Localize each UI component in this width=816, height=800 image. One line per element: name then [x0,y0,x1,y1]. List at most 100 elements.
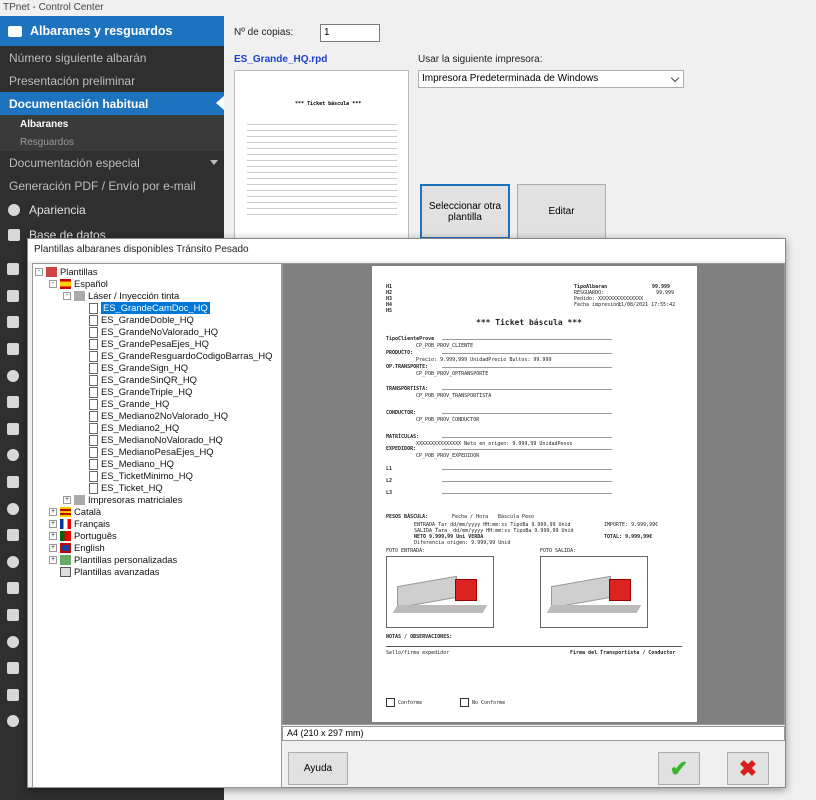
sidebar-item-documentacion-especial[interactable]: Documentación especial [0,151,224,174]
history-icon[interactable] [0,495,26,522]
expand-icon[interactable]: + [63,496,71,504]
database-sync-icon[interactable] [0,336,26,363]
edit-button[interactable]: Editar [517,184,606,239]
preview-section-label: EXPEDIDOR: [386,446,417,452]
sidebar-item-label: Número siguiente albarán [9,50,147,65]
sidebar-header[interactable]: Albaranes y resguardos [0,16,224,46]
globe-icon[interactable] [0,628,26,655]
tree-node-template[interactable]: ES_GrandeSign_HQ [89,362,188,374]
document-icon [89,470,98,482]
sidebar-item-presentacion[interactable]: Presentación preliminar [0,69,224,92]
sidebar-icon-column [0,256,26,735]
preview-section-line [442,339,612,340]
truck-photo-salida [540,556,648,628]
collapse-icon[interactable]: - [63,292,71,300]
document-icon [89,482,98,494]
tree-node-template[interactable]: ES_MedianoNoValorado_HQ [89,434,223,446]
preview-section-sub: Precio: 9.999,999 UnidadPrecio Bultos: 9… [416,357,552,363]
tree-node-template[interactable]: ES_GrandeDoble_HQ [89,314,194,326]
preview-section-line [442,413,612,414]
preview-section-label: MATRÍCULAS: [386,434,420,440]
template-preview: H1 H2 H3 H4 H5 TipoAlbaran 99.999 RESGUA… [282,263,785,725]
sidebar-item-generacion-pdf[interactable]: Generación PDF / Envío por e-mail [0,174,224,197]
copies-input[interactable]: 1 [320,24,380,42]
expand-icon[interactable]: + [49,520,57,528]
printer-select-value: Impresora Predeterminada de Windows [422,73,599,84]
preview-section-label: TipoClienteProve [386,336,435,342]
printer-icon [8,25,22,37]
expand-icon[interactable]: + [49,544,57,552]
tree-node-label: ES_Grande_HQ [101,398,170,409]
collapse-icon[interactable]: - [49,280,57,288]
preview-fecha-value: 11/08/2021 17:55:42 [618,302,676,308]
preview-section-label: L3 [386,490,393,496]
sidebar-subitem-resguardos[interactable]: Resguardos [0,133,224,151]
document-icon [89,362,98,374]
tree-node-template[interactable]: ES_GrandeCamDoc_HQ [89,302,210,314]
tree-node-template[interactable]: ES_TicketMinimo_HQ [89,470,193,482]
tree-node-portugues[interactable]: + Português [49,530,117,542]
truck-icon[interactable] [0,575,26,602]
sidebar-item-numero-siguiente[interactable]: Número siguiente albarán [0,46,224,69]
gear-icon[interactable] [0,442,26,469]
select-template-button[interactable]: Seleccionar otra plantilla [420,184,510,239]
cloud-icon[interactable] [0,362,26,389]
tree-node-template[interactable]: ES_MedianoPesaEjes_HQ [89,446,214,458]
tree-node-francais[interactable]: + Français [49,518,110,530]
sidebar-item-documentacion-habitual[interactable]: Documentación habitual [0,92,224,115]
expand-icon[interactable]: + [49,556,57,564]
tree-node-avanzadas[interactable]: Plantillas avanzadas [60,566,159,578]
factory-icon[interactable] [0,416,26,443]
building-icon[interactable] [0,309,26,336]
euro-icon[interactable] [0,549,26,576]
flag-icon[interactable] [0,522,26,549]
expand-icon[interactable]: + [49,508,57,516]
tree-node-template[interactable]: ES_Grande_HQ [89,398,169,410]
tree-node-template[interactable]: ES_GrandeSinQR_HQ [89,374,197,386]
tree-node-catala[interactable]: + Català [49,506,101,518]
tree-node-template[interactable]: ES_Mediano2_HQ [89,422,179,434]
tree-node-root[interactable]: - Plantillas [35,266,98,278]
preview-section-line [442,437,612,438]
android-icon[interactable] [0,708,26,735]
truck-photo-entrada [386,556,494,628]
cube-icon[interactable] [0,389,26,416]
tree-node-matriciales[interactable]: + Impresoras matriciales [63,494,182,506]
tree-node-template[interactable]: ES_GrandePesaEjes_HQ [89,338,209,350]
tree-node-template[interactable]: ES_Mediano_HQ [89,458,174,470]
document-icon [89,398,98,410]
document-icon [89,434,98,446]
sidebar-subitem-albaranes[interactable]: Albaranes [0,115,224,133]
sidebar-item-label: Documentación especial [9,155,140,170]
tree-node-espanol[interactable]: - Español [49,278,108,290]
tree-node-personalizadas[interactable]: + Plantillas personalizadas [49,554,177,566]
expand-icon[interactable]: + [49,532,57,540]
preview-section-line [442,353,612,354]
tree-node-template[interactable]: ES_Mediano2NoValorado_HQ [89,410,228,422]
monitor-icon[interactable] [0,602,26,629]
briefcase-icon[interactable] [0,469,26,496]
preview-section-label: L2 [386,478,393,484]
preview-col-fecha: Fecha / Hora [452,514,489,520]
database-icon[interactable] [0,256,26,283]
tree-node-template[interactable]: ES_Ticket_HQ [89,482,163,494]
tree-node-template[interactable]: ES_GrandeTriple_HQ [89,386,192,398]
printer-select[interactable]: Impresora Predeterminada de Windows [418,70,684,88]
tree-node-label: Español [74,278,108,289]
puzzle-icon[interactable] [0,655,26,682]
tree-node-template[interactable]: ES_GrandeResguardoCodigoBarras_HQ [89,350,272,362]
preview-conforme: Conforme [398,700,423,706]
lock-icon[interactable] [0,682,26,709]
tree-node-laser[interactable]: - Láser / Inyección tinta [63,290,179,302]
template-file-link[interactable]: ES_Grande_HQ.rpd [234,54,327,65]
tree-node-english[interactable]: + English [49,542,105,554]
tree-node-label: ES_GrandeNoValorado_HQ [101,326,219,337]
sidebar-item-apariencia[interactable]: Apariencia [0,197,224,222]
cancel-button[interactable]: ✖ [727,752,769,785]
tree-node-template[interactable]: ES_GrandeNoValorado_HQ [89,326,218,338]
collapse-icon[interactable]: - [35,268,43,276]
database-icon [8,228,20,241]
ok-button[interactable]: ✔ [658,752,700,785]
help-button[interactable]: Ayuda [288,752,348,785]
folder-icon[interactable] [0,283,26,310]
